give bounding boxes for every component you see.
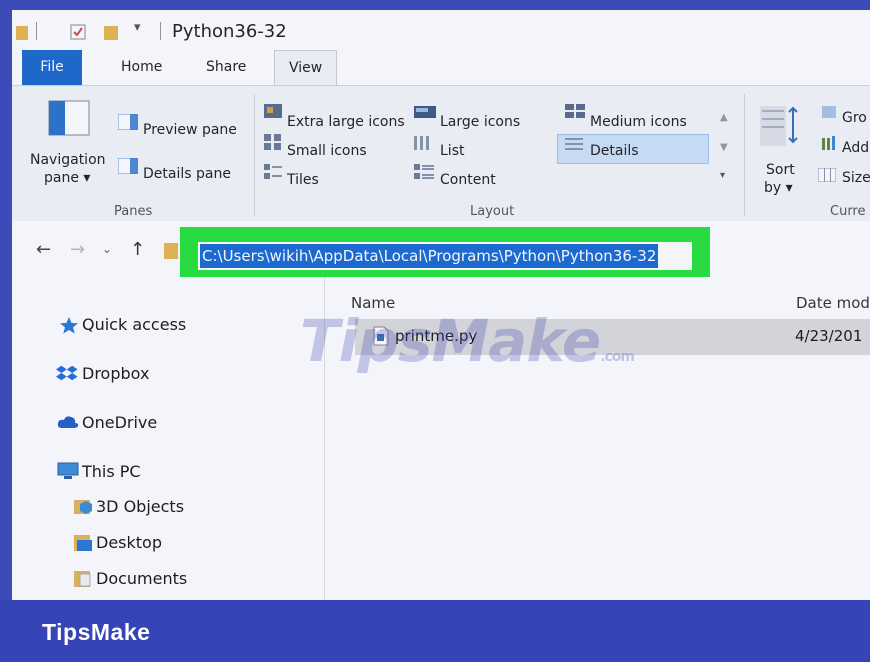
- details-pane-icon: [118, 158, 138, 174]
- content-view-icon: [414, 164, 434, 179]
- navigation-pane-label: Navigation: [30, 152, 106, 168]
- small-icons-label: Small icons: [287, 143, 367, 159]
- nav-item-label: OneDrive: [82, 413, 158, 432]
- nav-item-label: This PC: [82, 462, 141, 481]
- window-title: Python36-32: [172, 21, 287, 42]
- tiles-icon: [264, 164, 282, 179]
- details-label: Details: [590, 143, 639, 159]
- layout-scroll-up-icon[interactable]: ▲: [720, 112, 728, 123]
- panes-group-label: Panes: [114, 204, 153, 219]
- ribbon-separator: [254, 94, 255, 216]
- details-view-icon: [565, 138, 583, 150]
- screenshot-frame: ▾ Python36-32 File Home Share View Navig…: [0, 0, 870, 662]
- sort-by-label: Sort: [766, 162, 795, 178]
- tab-view[interactable]: View: [274, 50, 338, 85]
- watermark-text: TipsMake: [300, 307, 601, 375]
- customize-toolbar-icon[interactable]: ▾: [134, 20, 141, 35]
- large-icons-label: Large icons: [440, 114, 521, 130]
- title-bar: ▾ Python36-32: [12, 10, 870, 50]
- recent-locations-chevron-icon[interactable]: ⌄: [102, 242, 112, 256]
- address-path-text[interactable]: C:\Users\wikih\AppData\Local\Programs\Py…: [200, 244, 659, 268]
- ribbon: Navigation pane ▾ Preview pane Details p…: [12, 85, 870, 222]
- file-explorer-window: ▾ Python36-32 File Home Share View Navig…: [12, 10, 870, 600]
- layout-scroll-down-icon[interactable]: ▼: [720, 142, 728, 153]
- back-arrow-icon[interactable]: ←: [36, 239, 51, 260]
- layout-expand-icon[interactable]: ▾: [720, 170, 725, 181]
- medium-icons-label: Medium icons: [590, 114, 687, 130]
- title-separator: [160, 22, 161, 40]
- watermark-suffix: .com: [600, 349, 635, 365]
- group-by-label: Gro: [842, 110, 867, 126]
- column-header-date-modified[interactable]: Date mod: [796, 294, 870, 312]
- properties-icon[interactable]: [70, 24, 86, 40]
- medium-icons-icon: [565, 104, 585, 118]
- sort-by-label-2: by ▾: [764, 180, 793, 196]
- nav-item-label: Quick access: [82, 315, 187, 334]
- add-columns-icon: [822, 136, 835, 150]
- title-separator: [36, 22, 37, 40]
- navigation-pane: Quick access Dropbox OneDrive This PC 3D…: [12, 277, 325, 600]
- nav-item-label: Dropbox: [82, 364, 150, 383]
- size-columns-label: Size: [842, 170, 870, 186]
- tab-file[interactable]: File: [22, 50, 82, 85]
- star-icon: [60, 317, 78, 334]
- documents-folder-icon: [74, 571, 91, 587]
- sort-by-icon: [760, 106, 798, 146]
- group-by-icon: [822, 106, 836, 118]
- cube-folder-icon: [74, 500, 92, 514]
- address-folder-icon: [164, 243, 178, 259]
- ribbon-separator: [744, 94, 745, 216]
- up-arrow-icon[interactable]: ↑: [130, 239, 145, 260]
- nav-item-label: Desktop: [96, 533, 162, 552]
- size-columns-icon: [818, 168, 836, 182]
- layout-group-label: Layout: [470, 204, 515, 219]
- list-label: List: [440, 143, 465, 159]
- brand-name: TipsMake: [42, 619, 151, 645]
- nav-item-label: Documents: [96, 569, 188, 588]
- navigation-pane-label-2: pane ▾: [44, 170, 91, 186]
- add-columns-label: Add: [842, 140, 870, 156]
- tab-home[interactable]: Home: [107, 50, 176, 85]
- desktop-folder-icon: [74, 535, 92, 551]
- forward-arrow-icon[interactable]: →: [70, 239, 85, 260]
- tab-share[interactable]: Share: [192, 50, 260, 85]
- watermark: TipsMake.com: [300, 307, 635, 375]
- brand-banner: TipsMake: [0, 600, 870, 662]
- ribbon-tabs: File Home Share View: [12, 50, 870, 85]
- preview-pane-icon: [118, 114, 138, 130]
- nav-item-label: 3D Objects: [96, 497, 185, 516]
- extra-large-icons-label: Extra large icons: [287, 114, 405, 130]
- file-list: Name Date mod printme.py 4/23/201 TipsMa…: [300, 277, 870, 600]
- new-folder-icon[interactable]: [104, 24, 118, 40]
- file-date-modified: 4/23/201: [795, 327, 863, 345]
- content-label: Content: [440, 172, 496, 188]
- navigation-pane-icon: [48, 100, 90, 136]
- details-pane-label: Details pane: [143, 166, 231, 182]
- computer-icon: [57, 462, 79, 479]
- dropbox-icon: [56, 365, 78, 381]
- extra-large-icons-icon: [264, 104, 282, 118]
- tiles-label: Tiles: [287, 172, 319, 188]
- address-bar[interactable]: C:\Users\wikih\AppData\Local\Programs\Py…: [198, 242, 692, 270]
- address-row: ← → ⌄ ↑ C:\Users\wikih\AppData\Local\Pro…: [12, 221, 870, 285]
- small-icons-icon: [264, 134, 281, 150]
- preview-pane-label: Preview pane: [143, 122, 237, 138]
- list-view-icon: [414, 136, 429, 150]
- current-view-group-label: Curre: [830, 204, 866, 219]
- cloud-icon: [57, 416, 79, 428]
- folder-icon: [16, 26, 28, 40]
- large-icons-icon: [414, 106, 436, 118]
